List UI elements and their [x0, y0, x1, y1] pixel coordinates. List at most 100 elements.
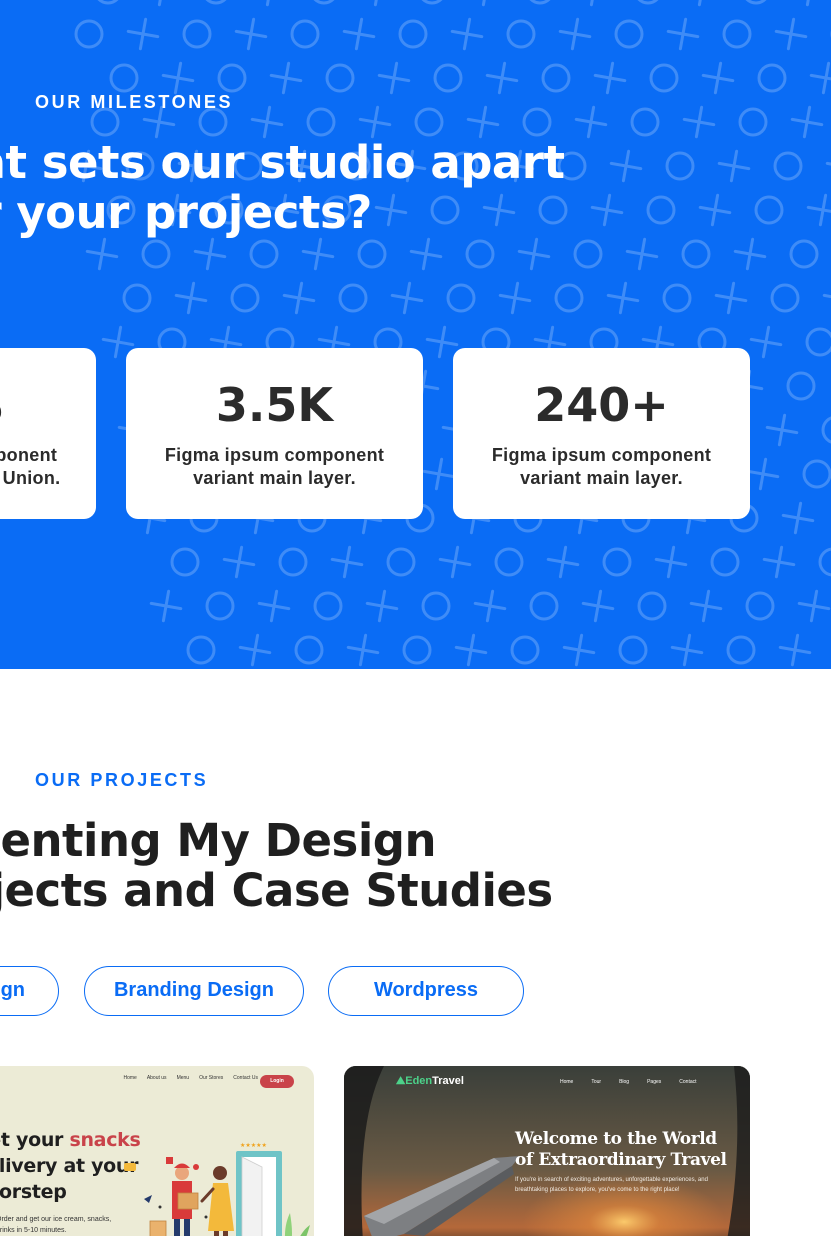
pattern-cross	[654, 545, 688, 579]
pattern-circle	[529, 0, 551, 5]
mini-nav-item: Contact Us	[233, 1075, 258, 1081]
pattern-cross	[781, 501, 815, 535]
pattern-cross	[517, 237, 551, 271]
pattern-cross	[809, 61, 831, 95]
pattern-circle	[529, 591, 559, 621]
stat-description-line: Figma ipsum component	[491, 445, 712, 465]
pattern-cross	[577, 0, 611, 7]
pattern-cross	[234, 17, 268, 51]
travel-heading-line1: Welcome to the World	[515, 1129, 717, 1149]
pattern-circle	[637, 0, 659, 5]
pattern-cross	[250, 105, 284, 139]
pattern-cross	[253, 0, 287, 7]
pattern-circle	[306, 107, 336, 137]
pattern-cross	[390, 281, 424, 315]
milestones-eyebrow: OUR MILESTONES	[35, 92, 234, 112]
stat-description-line: Figma ipsum component	[0, 445, 58, 465]
travel-nav-item: Blog	[619, 1079, 630, 1085]
stat-value: 240+	[534, 378, 669, 432]
pattern-circle	[421, 0, 443, 5]
pattern-cross	[701, 61, 735, 95]
pattern-cross	[485, 61, 519, 95]
milestones-section: OUR MILESTONES What sets our studio apar…	[0, 0, 831, 669]
pattern-cross	[689, 589, 723, 623]
pattern-circle	[745, 591, 775, 621]
pattern-circle	[230, 283, 260, 313]
pattern-cross	[422, 457, 456, 491]
project-card-eden-travel[interactable]: ⛰EdenTravel Home Tour Blog Pages Contact…	[344, 1066, 750, 1236]
pattern-circle	[325, 63, 355, 93]
projects-eyebrow: OUR PROJECTS	[35, 770, 209, 790]
pattern-cross	[330, 545, 364, 579]
pattern-cross	[358, 105, 392, 139]
pattern-cross	[698, 193, 732, 227]
projects-section: OUR PROJECTS Presenting My Design Projec…	[0, 669, 831, 1236]
pattern-circle	[681, 239, 711, 269]
travel-nav-item: Pages	[647, 1079, 662, 1085]
travel-nav-item: Contact	[679, 1079, 697, 1085]
pattern-cross	[717, 149, 751, 183]
pattern-cross	[558, 17, 592, 51]
pattern-cross	[222, 545, 256, 579]
pattern-cross	[733, 237, 767, 271]
filter-wordpress-button[interactable]: Wordpress	[328, 966, 524, 1016]
pattern-circle	[573, 239, 603, 269]
travel-logo-icon: ⛰	[396, 1075, 406, 1087]
pattern-cross	[806, 193, 831, 227]
pattern-cross	[174, 281, 208, 315]
pattern-cross	[774, 17, 808, 51]
pattern-cross	[749, 325, 783, 359]
snacks-subtext: Order and get our ice cream, snacks, dri…	[0, 1214, 111, 1236]
pattern-circle	[802, 459, 831, 489]
pattern-cross	[825, 149, 831, 183]
pattern-cross	[145, 0, 179, 7]
filter-uiux-design-button[interactable]: UI/UX Design	[0, 966, 59, 1016]
filter-branding-design-button[interactable]: Branding Design	[84, 966, 304, 1016]
snacks-heading-line3: doorstep	[0, 1181, 67, 1203]
pattern-cross	[149, 589, 183, 623]
pattern-circle	[421, 591, 451, 621]
pattern-circle	[818, 547, 831, 577]
pattern-cross	[346, 633, 380, 667]
pattern-cross	[450, 17, 484, 51]
pattern-circle	[722, 19, 752, 49]
pattern-cross	[765, 413, 799, 447]
pattern-cross	[574, 105, 608, 139]
stat-description-line: variant main layer. Union.	[0, 468, 61, 488]
pattern-circle	[430, 195, 460, 225]
pattern-cross	[822, 281, 831, 315]
pattern-cross	[685, 0, 719, 7]
stat-card: 3.5K Figma ipsum component variant main …	[126, 348, 423, 519]
pattern-cross	[762, 545, 796, 579]
pattern-circle	[506, 19, 536, 49]
pattern-cross	[797, 589, 831, 623]
pattern-cross	[498, 281, 532, 315]
pattern-cross	[482, 193, 516, 227]
snacks-subtext-line: Order and get our ice cream, snacks,	[0, 1216, 112, 1223]
mini-nav-item: Our Stores	[199, 1075, 224, 1081]
pattern-circle	[217, 63, 247, 93]
pattern-circle	[726, 635, 756, 665]
stat-description: Figma ipsum component variant main layer…	[0, 444, 86, 490]
pattern-circle	[465, 239, 495, 269]
pattern-cross	[473, 589, 507, 623]
pattern-circle	[278, 547, 308, 577]
pattern-circle	[446, 283, 476, 313]
pattern-circle	[538, 195, 568, 225]
mini-site-nav: Home About us Menu Our Stores Contact Us	[123, 1075, 258, 1081]
travel-nav-item: Tour	[591, 1079, 602, 1085]
pattern-circle	[290, 19, 320, 49]
pattern-circle	[770, 283, 800, 313]
pattern-cross	[238, 633, 272, 667]
pattern-circle	[357, 239, 387, 269]
pattern-cross	[126, 17, 160, 51]
stat-description: Figma ipsum component variant main layer…	[136, 444, 413, 490]
project-card-snacks[interactable]: Home About us Menu Our Stores Contact Us…	[0, 1066, 314, 1236]
pattern-circle	[522, 107, 552, 137]
pattern-circle	[122, 283, 152, 313]
travel-subtext-line: breathtaking places to explore, you've c…	[515, 1187, 680, 1193]
pattern-circle	[773, 151, 803, 181]
pattern-cross	[778, 633, 812, 667]
pattern-cross	[409, 237, 443, 271]
mini-nav-item: About us	[146, 1075, 167, 1081]
